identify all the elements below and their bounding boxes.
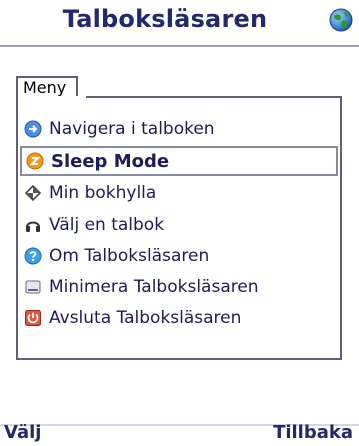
- menu-item-label: Avsluta Talboksläsaren: [49, 308, 242, 328]
- exit-icon: [25, 310, 41, 326]
- menu-item-om[interactable]: Om Talboksläsaren: [20, 241, 338, 271]
- menu-item-label: Välj en talbok: [49, 215, 165, 235]
- menu-item-avsluta[interactable]: Avsluta Talboksläsaren: [20, 303, 338, 333]
- phone-screen: Talboksläsaren Meny Navigera i talboken: [0, 0, 359, 446]
- menu-tab: Meny: [16, 76, 79, 98]
- diamond-icon: [24, 184, 42, 202]
- menu-item-min-bokhylla[interactable]: Min bokhylla: [20, 178, 338, 208]
- globe-icon: [329, 8, 353, 32]
- blue-arrow-icon: [24, 120, 42, 138]
- menu-item-label: Minimera Talboksläsaren: [49, 277, 259, 297]
- menu-item-minimera[interactable]: Minimera Talboksläsaren: [20, 272, 338, 302]
- header: Talboksläsaren: [0, 0, 359, 46]
- menu-item-label: Min bokhylla: [49, 183, 157, 203]
- app-title: Talboksläsaren: [62, 5, 268, 33]
- minimize-icon: [25, 280, 41, 294]
- menu-item-label: Navigera i talboken: [49, 119, 215, 139]
- help-icon: [24, 247, 42, 265]
- headphones-icon: [26, 221, 40, 232]
- orange-clock-icon: [26, 152, 44, 170]
- menu-item-navigera[interactable]: Navigera i talboken: [20, 114, 338, 144]
- softkey-back[interactable]: Tillbaka: [273, 422, 353, 443]
- menu-item-label: Om Talboksläsaren: [49, 246, 210, 266]
- menu-tab-join: [18, 96, 86, 98]
- menu-item-label: Sleep Mode: [51, 150, 170, 172]
- softkey-select[interactable]: Välj: [4, 422, 41, 443]
- menu-item-sleep-mode[interactable]: Sleep Mode: [20, 146, 338, 176]
- header-divider: [0, 45, 359, 47]
- menu-item-valj-talbok[interactable]: Välj en talbok: [20, 210, 338, 240]
